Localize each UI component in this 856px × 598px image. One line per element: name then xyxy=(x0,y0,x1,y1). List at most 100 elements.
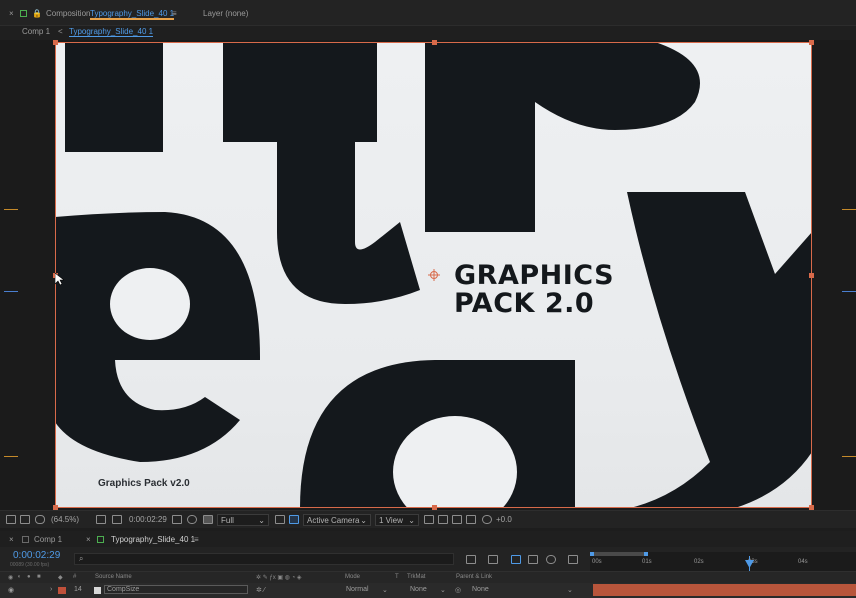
guide-marker xyxy=(4,209,18,210)
work-area-end-handle[interactable] xyxy=(644,552,648,556)
headline-line2: PACK 2.0 xyxy=(454,288,595,319)
frame-info: 00089 (30.00 fps) xyxy=(10,562,50,568)
blend-mode-select[interactable]: Normal xyxy=(346,586,369,593)
fast-previews-icon[interactable] xyxy=(438,515,448,524)
monitor-icon[interactable] xyxy=(20,515,30,524)
composition-icon xyxy=(22,536,29,543)
composition-panel-header: × 🔒 Composition Typography_Slide_40 1 ≡ … xyxy=(0,0,856,26)
view-layout-select[interactable]: 1 View ⌄ xyxy=(375,514,419,526)
show-snapshot-icon[interactable] xyxy=(187,515,197,524)
breadcrumb-comp1[interactable]: Comp 1 xyxy=(22,27,50,36)
resolution-value: Full xyxy=(221,516,234,525)
composition-label: Composition xyxy=(46,9,91,18)
headline-text: GRAPHICS PACK 2.0 xyxy=(454,262,614,318)
column-trkmat: TrkMat xyxy=(407,574,426,580)
toggle-pixel-aspect-icon[interactable] xyxy=(424,515,434,524)
draft-3d-icon[interactable] xyxy=(488,555,498,564)
comp-mini-flowchart-icon[interactable] xyxy=(466,555,476,564)
region-of-interest-icon[interactable] xyxy=(275,515,285,524)
ruler-tick-label: 04s xyxy=(798,559,808,565)
work-area-start-handle[interactable] xyxy=(590,552,594,556)
close-panel-button[interactable]: × xyxy=(9,9,14,18)
solid-layer-icon xyxy=(94,587,101,594)
label-icon[interactable]: ◆ xyxy=(58,574,63,581)
exposure-value[interactable]: +0.0 xyxy=(496,515,512,524)
safe-zones-icon[interactable] xyxy=(96,515,106,524)
composition-breadcrumb: Comp 1 < Typography_Slide_40 1 xyxy=(0,26,856,40)
panel-menu-icon[interactable]: ≡ xyxy=(172,9,177,18)
viewer-toolbar: (64.5%) 0:00:02:29 Full ⌄ Active Camera … xyxy=(0,510,856,528)
breadcrumb-active-comp[interactable]: Typography_Slide_40 1 xyxy=(69,27,154,37)
work-area-bar[interactable] xyxy=(592,552,648,556)
reset-exposure-icon[interactable] xyxy=(482,515,492,524)
mouse-cursor-icon xyxy=(55,273,64,286)
flowchart-icon[interactable] xyxy=(466,515,476,524)
guide-marker xyxy=(4,291,18,292)
lock-icon[interactable]: 🔒 xyxy=(32,9,42,18)
channel-color-icon[interactable] xyxy=(203,515,213,524)
current-time-display[interactable]: 0:00:02:29 xyxy=(13,550,60,561)
resolution-select[interactable]: Full ⌄ xyxy=(217,514,269,526)
guide-marker xyxy=(842,209,856,210)
guide-marker xyxy=(842,291,856,292)
motion-blur-icon[interactable] xyxy=(546,555,556,564)
ruler-tick-label: 01s xyxy=(642,559,652,565)
chevron-down-icon: ⌄ xyxy=(567,587,573,594)
column-parent: Parent & Link xyxy=(456,574,493,580)
column-mode: Mode xyxy=(345,574,361,580)
letter-t-center xyxy=(277,142,420,304)
column-t: T xyxy=(395,574,399,580)
ruler-tick-label: 02s xyxy=(694,559,704,565)
camera-value: Active Camera xyxy=(307,516,360,525)
viewer-timecode[interactable]: 0:00:02:29 xyxy=(129,515,167,524)
column-source-name[interactable]: Source Name xyxy=(95,574,132,580)
audio-icon[interactable]: ◖ xyxy=(17,574,21,580)
composition-icon xyxy=(20,10,27,17)
frame-blending-icon[interactable] xyxy=(528,555,538,564)
guide-marker xyxy=(4,456,18,457)
anchor-point-icon[interactable] xyxy=(428,269,440,281)
chevron-down-icon: ⌄ xyxy=(258,516,265,525)
switches-icons: ✲ ✎ ƒx ▣ ◍ ◔ ◈ xyxy=(256,575,302,581)
label-color-swatch[interactable] xyxy=(58,587,66,594)
tab-menu-icon[interactable]: ≡ xyxy=(194,535,199,544)
eye-icon[interactable]: ◉ xyxy=(8,586,14,594)
pick-whip-icon[interactable]: ◎ xyxy=(455,586,461,594)
composition-icon xyxy=(97,536,104,543)
caption-text: Graphics Pack v2.0 xyxy=(98,478,190,489)
timeline-icon[interactable] xyxy=(452,515,462,524)
chevron-down-icon: ⌄ xyxy=(360,516,367,525)
layer-number: 14 xyxy=(74,586,82,593)
chevron-down-icon: ⌄ xyxy=(382,587,388,594)
timeline-tabs: × Comp 1 × Typography_Slide_40 1 ≡ xyxy=(0,531,856,547)
lock-icon[interactable]: ■ xyxy=(37,574,41,580)
parent-select[interactable]: None xyxy=(472,586,489,593)
letter-t-crossbar xyxy=(223,42,377,142)
guide-marker xyxy=(842,456,856,457)
solo-icon[interactable]: ● xyxy=(27,574,31,580)
eye-icon[interactable]: ◉ xyxy=(8,574,13,581)
transparency-grid-icon[interactable] xyxy=(289,515,299,524)
zoom-select[interactable]: (64.5%) xyxy=(51,515,79,524)
snapshot-region-icon[interactable] xyxy=(112,515,122,524)
camera-icon[interactable] xyxy=(172,515,182,524)
camera-select[interactable]: Active Camera ⌄ xyxy=(303,514,371,526)
expand-arrow-icon[interactable]: › xyxy=(50,586,52,593)
chevron-down-icon: ⌄ xyxy=(440,587,446,594)
close-icon[interactable]: × xyxy=(9,535,14,544)
track-matte-select[interactable]: None xyxy=(410,586,427,593)
layer-duration-bar[interactable] xyxy=(593,584,856,596)
layer-name[interactable]: CompSize xyxy=(104,585,248,594)
tab-comp1[interactable]: Comp 1 xyxy=(34,535,62,544)
close-icon[interactable]: × xyxy=(86,535,91,544)
mask-visibility-icon[interactable] xyxy=(35,515,45,524)
always-preview-icon[interactable] xyxy=(6,515,16,524)
shy-layers-icon[interactable] xyxy=(511,555,521,564)
layer-switches[interactable]: ✲ ⁄ xyxy=(256,586,265,594)
layer-panel-tab[interactable]: Layer (none) xyxy=(203,9,248,18)
composition-name-tab[interactable]: Typography_Slide_40 1 xyxy=(90,9,175,20)
letter-e-counter xyxy=(110,268,190,340)
graph-editor-icon[interactable] xyxy=(568,555,578,564)
layer-search-input[interactable]: ⌕ xyxy=(74,553,454,565)
tab-typography-slide[interactable]: Typography_Slide_40 1 xyxy=(111,535,195,544)
